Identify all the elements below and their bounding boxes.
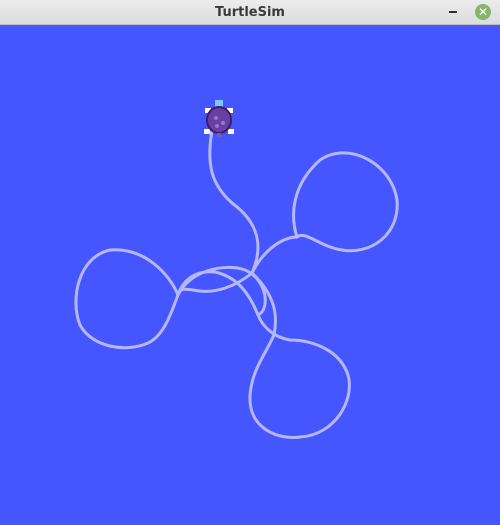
turtle-icon [204, 100, 234, 137]
trail-right-lobe [250, 151, 399, 275]
turtlesim-window: TurtleSim ✕ [0, 0, 500, 525]
drawing-surface [74, 100, 399, 439]
title-bar[interactable]: TurtleSim ✕ [0, 0, 500, 25]
window-title: TurtleSim [215, 5, 285, 20]
trail-left-lobe [74, 248, 260, 350]
trail-start-segment [208, 123, 260, 275]
close-button[interactable]: ✕ [475, 4, 491, 20]
minimize-button[interactable] [446, 5, 460, 19]
pen-trail [74, 123, 399, 439]
turtle-canvas [0, 25, 500, 525]
